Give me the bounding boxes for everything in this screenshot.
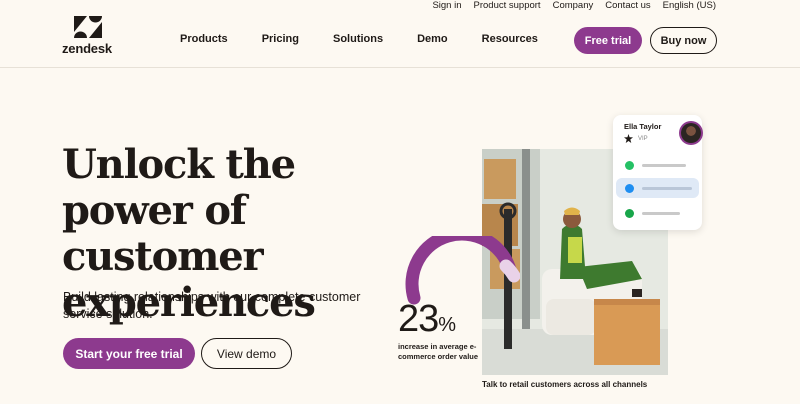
sign-in-link[interactable]: Sign in — [432, 0, 461, 14]
whatsapp-icon — [625, 160, 634, 170]
stat-number: 23 — [398, 298, 439, 340]
customer-profile-card: Ella Taylor VIP — [613, 115, 703, 230]
channel-row-whatsapp[interactable] — [619, 155, 696, 175]
channel-placeholder-bar — [642, 186, 692, 190]
hero-subtext: Build lasting relationships with our com… — [63, 290, 361, 321]
stat-unit: % — [438, 314, 456, 336]
messenger-icon — [625, 183, 634, 193]
zendesk-logo-icon — [74, 16, 102, 38]
zendesk-logo[interactable]: zendesk — [62, 16, 116, 56]
channel-row-sms[interactable] — [619, 203, 696, 223]
channel-placeholder-bar — [642, 211, 680, 215]
stat-value: 23% — [398, 298, 456, 344]
nav-demo[interactable]: Demo — [417, 33, 448, 45]
company-link[interactable]: Company — [553, 0, 594, 14]
stat-arc-graphic — [405, 236, 520, 305]
view-demo-button[interactable]: View demo — [201, 338, 292, 369]
customer-avatar — [679, 121, 703, 145]
image-caption: Talk to retail customers across all chan… — [482, 380, 648, 389]
vip-label: VIP — [638, 135, 648, 142]
logo-wordmark: zendesk — [62, 41, 112, 56]
language-selector[interactable]: English (US) — [663, 0, 716, 14]
utility-nav: Sign in Product support Company Contact … — [432, 0, 716, 14]
product-support-link[interactable]: Product support — [474, 0, 541, 14]
nav-resources[interactable]: Resources — [482, 33, 538, 45]
free-trial-button[interactable]: Free trial — [574, 27, 642, 54]
buy-now-button[interactable]: Buy now — [650, 27, 717, 54]
primary-nav: Products Pricing Solutions Demo Resource… — [180, 33, 538, 45]
customer-name: Ella Taylor — [624, 122, 662, 131]
channel-placeholder-bar — [642, 163, 686, 167]
nav-products[interactable]: Products — [180, 33, 228, 45]
sms-icon — [625, 208, 634, 218]
nav-pricing[interactable]: Pricing — [262, 33, 299, 45]
stat-label: increase in average e-commerce order val… — [398, 342, 479, 361]
vip-badge: VIP — [624, 134, 648, 143]
start-free-trial-button[interactable]: Start your free trial — [63, 338, 195, 369]
channel-row-messenger[interactable] — [616, 178, 699, 198]
nav-solutions[interactable]: Solutions — [333, 33, 383, 45]
contact-us-link[interactable]: Contact us — [605, 0, 650, 14]
star-icon — [624, 134, 633, 143]
main-header: zendesk Products Pricing Solutions Demo … — [0, 14, 800, 68]
